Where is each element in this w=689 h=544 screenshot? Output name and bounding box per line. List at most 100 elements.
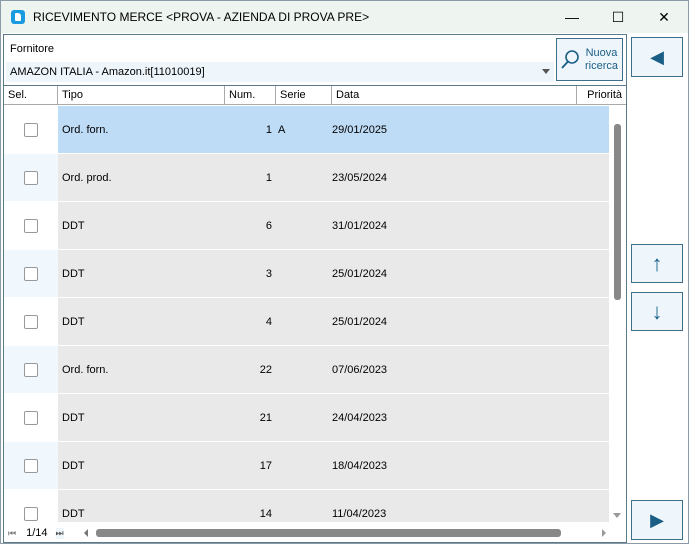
move-up-button[interactable]: ↑ [631,244,683,283]
num-cell: 17 [259,459,272,472]
select-checkbox[interactable] [24,506,38,521]
select-checkbox[interactable] [24,122,38,137]
tipo-cell: Ord. forn. [62,363,109,376]
table-row[interactable]: Ord. forn. 22 07/06/2023 [4,346,609,394]
back-button[interactable]: ◀ [631,37,683,77]
tipo-cell: DDT [62,459,85,472]
dropdown-arrow-icon[interactable] [542,69,550,74]
table-row[interactable]: Ord. forn. 1 A 29/01/2025 [4,106,609,154]
select-checkbox[interactable] [24,410,38,425]
table-row[interactable]: DDT 14 11/04/2023 [4,490,609,522]
sel-cell [4,250,58,297]
triangle-left-icon: ◀ [650,46,664,67]
scroll-left-arrow-icon[interactable] [84,529,88,537]
data-cell: 29/01/2025 [332,123,388,136]
sel-cell [4,106,58,153]
sel-cell [4,442,58,489]
window: RICEVIMENTO MERCE <PROVA - AZIENDA DI PR… [0,0,689,544]
select-checkbox[interactable] [24,314,38,329]
table-row[interactable]: DDT 17 18/04/2023 [4,442,609,490]
row-cells: DDT 14 11/04/2023 [58,490,609,522]
vertical-scroll-thumb[interactable] [614,124,621,300]
column-header-tipo[interactable]: Tipo [58,86,225,104]
tipo-cell: DDT [62,507,85,520]
vertical-scrollbar[interactable] [609,106,626,522]
app-logo-icon [11,10,25,24]
row-cells: DDT 3 25/01/2024 [58,250,609,297]
row-cells: DDT 4 25/01/2024 [58,298,609,345]
num-cell: 6 [265,219,272,232]
last-page-button[interactable]: ⏭ [55,527,64,539]
grid-footer: ⏮ 1/14 ⏭ [4,524,626,542]
sel-cell [4,490,58,522]
maximize-button[interactable]: ☐ [595,1,641,33]
tipo-cell: Ord. forn. [62,123,109,136]
row-cells: Ord. forn. 22 07/06/2023 [58,346,609,393]
column-header-data[interactable]: Data [332,86,577,104]
tipo-cell: Ord. prod. [62,171,112,184]
new-search-line2: ricerca [585,59,619,72]
row-cells: DDT 17 18/04/2023 [58,442,609,489]
forward-button[interactable]: ▶ [631,500,683,540]
supplier-value: AMAZON ITALIA - Amazon.it[11010019] [10,66,205,78]
data-cell: 25/01/2024 [332,267,388,280]
tipo-cell: DDT [62,315,85,328]
title-bar: RICEVIMENTO MERCE <PROVA - AZIENDA DI PR… [1,1,688,33]
tipo-cell: DDT [62,267,85,280]
serie-cell: A [278,123,286,136]
arrow-up-icon: ↑ [651,250,663,276]
triangle-right-icon: ▶ [650,509,664,530]
sel-cell [4,394,58,441]
data-cell: 23/05/2024 [332,171,388,184]
column-header-serie[interactable]: Serie [276,86,332,104]
supplier-combobox[interactable]: AMAZON ITALIA - Amazon.it[11010019] [6,62,554,82]
scroll-right-arrow-icon[interactable] [602,529,606,537]
column-header-priorita[interactable]: Priorità [577,86,626,104]
select-checkbox[interactable] [24,458,38,473]
table-row[interactable]: Ord. prod. 1 23/05/2024 [4,154,609,202]
row-cells: DDT 6 31/01/2024 [58,202,609,249]
num-cell: 14 [259,507,272,520]
data-cell: 07/06/2023 [332,363,388,376]
data-cell: 18/04/2023 [332,459,388,472]
search-icon [561,49,579,69]
num-cell: 1 [265,123,272,136]
tipo-cell: DDT [62,411,85,424]
column-header-num[interactable]: Num. [225,86,276,104]
grid-header: Sel. Tipo Num. Serie Data Priorità [4,85,626,105]
data-cell: 11/04/2023 [332,507,387,520]
num-cell: 3 [265,267,272,280]
sel-cell [4,298,58,345]
grid-rows: Ord. forn. 1 A 29/01/2025 Ord. prod. 1 2… [4,106,609,522]
tipo-cell: DDT [62,219,85,232]
select-checkbox[interactable] [24,266,38,281]
sel-cell [4,346,58,393]
new-search-button[interactable]: Nuova ricerca [556,38,623,81]
sel-cell [4,202,58,249]
data-cell: 24/04/2023 [332,411,388,424]
data-cell: 25/01/2024 [332,315,388,328]
row-cells: Ord. prod. 1 23/05/2024 [58,154,609,201]
data-cell: 31/01/2024 [332,219,388,232]
horizontal-scroll-thumb[interactable] [96,529,561,537]
select-checkbox[interactable] [24,218,38,233]
scroll-down-arrow-icon[interactable] [613,513,621,518]
table-row[interactable]: DDT 3 25/01/2024 [4,250,609,298]
sel-cell [4,154,58,201]
close-button[interactable]: ✕ [641,1,687,33]
select-checkbox[interactable] [24,170,38,185]
table-row[interactable]: DDT 21 24/04/2023 [4,394,609,442]
minimize-button[interactable]: — [549,1,595,33]
documents-grid: Sel. Tipo Num. Serie Data Priorità Ord. … [4,85,626,522]
num-cell: 4 [265,315,272,328]
move-down-button[interactable]: ↓ [631,292,683,331]
page-position: 1/14 [26,527,48,539]
column-header-sel[interactable]: Sel. [4,86,58,104]
select-checkbox[interactable] [24,362,38,377]
table-row[interactable]: DDT 4 25/01/2024 [4,298,609,346]
first-page-button[interactable]: ⏮ [8,528,16,539]
table-row[interactable]: DDT 6 31/01/2024 [4,202,609,250]
num-cell: 1 [265,171,272,184]
new-search-line1: Nuova [585,46,618,59]
num-cell: 22 [259,363,272,376]
